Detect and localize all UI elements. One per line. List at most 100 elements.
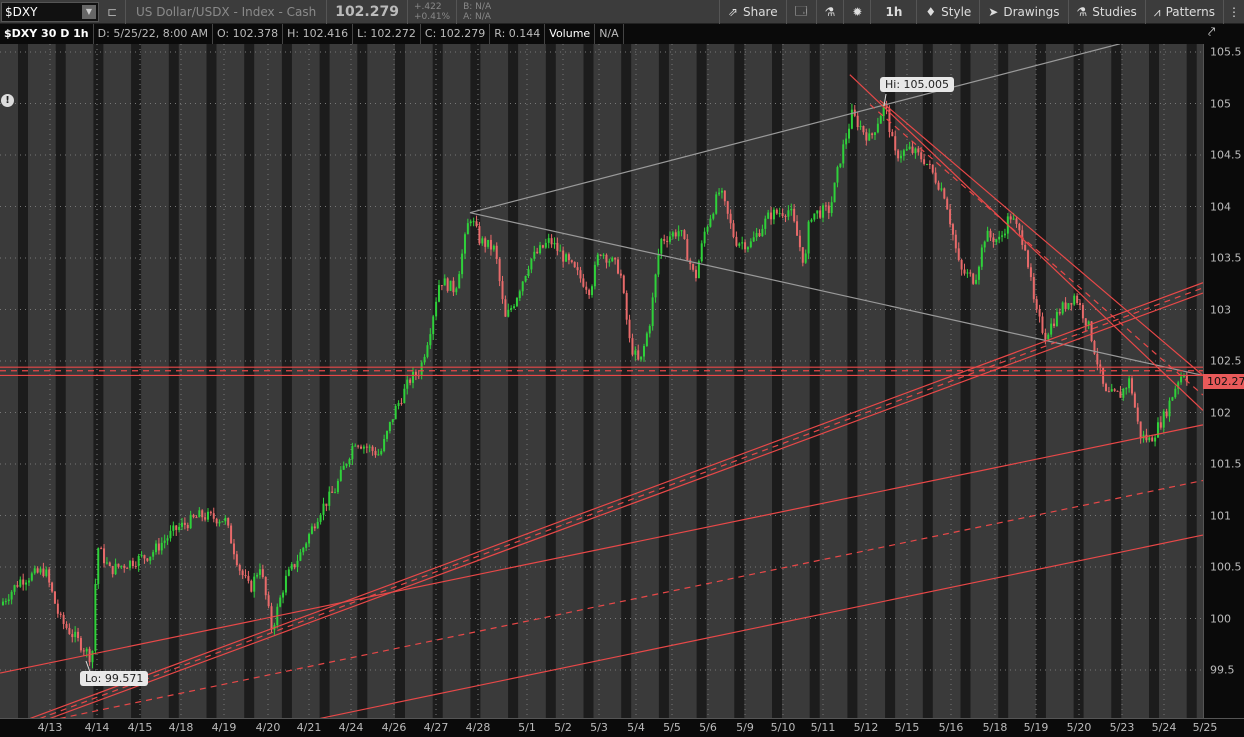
- date-tick: 4/19: [211, 721, 237, 734]
- date-tick: 4/18: [168, 721, 194, 734]
- date-tick: 5/2: [554, 721, 572, 734]
- candle-body: [117, 563, 120, 567]
- candle-body: [137, 555, 140, 567]
- candle-body: [256, 574, 259, 577]
- candle-body: [371, 446, 374, 451]
- candle-body: [1154, 437, 1157, 442]
- auto-scale-icon[interactable]: ⤤: [1208, 25, 1226, 43]
- date-tick: 5/6: [699, 721, 717, 734]
- candle-body: [1064, 302, 1067, 309]
- candle-body: [100, 548, 103, 550]
- candle-body: [310, 526, 313, 534]
- candle-body: [270, 606, 273, 630]
- alerts-button[interactable]: 🗔: [785, 0, 816, 24]
- candle-body: [905, 148, 908, 151]
- candle-body: [10, 591, 13, 600]
- candle-body: [582, 278, 585, 287]
- candle-body: [175, 525, 178, 530]
- candle-body: [902, 150, 905, 156]
- candle-body: [42, 568, 45, 576]
- candle-body: [437, 285, 440, 302]
- session-band: [658, 44, 669, 718]
- patterns-button[interactable]: ⩘ Patterns: [1144, 0, 1223, 24]
- session-band: [470, 44, 481, 718]
- candle-body: [998, 236, 1001, 240]
- candle-body: [957, 248, 960, 261]
- candle-body: [1009, 216, 1012, 220]
- flask-icon: ⚗: [824, 5, 836, 19]
- date-tick: 4/26: [381, 721, 407, 734]
- price-chart[interactable]: ! Hi: 105.005 Lo: 99.571: [0, 44, 1203, 718]
- candle-body: [1125, 388, 1128, 390]
- date-tick: 5/19: [1023, 721, 1049, 734]
- alert-icon[interactable]: !: [1, 94, 14, 107]
- candle-body: [400, 402, 403, 404]
- candle-body: [498, 258, 501, 282]
- chart-canvas[interactable]: [0, 44, 1203, 718]
- candle-body: [614, 257, 617, 260]
- drawings-button[interactable]: ➤ Drawings: [979, 0, 1067, 24]
- style-button[interactable]: ♦ Style: [916, 0, 979, 24]
- candle-body: [1055, 312, 1058, 327]
- candle-body: [764, 218, 767, 229]
- candle-body: [198, 510, 201, 518]
- candle-body: [703, 231, 706, 244]
- candle-body: [1110, 389, 1113, 392]
- low-label: Lo: 99.571: [80, 671, 149, 686]
- timeframe-button[interactable]: 1h: [870, 0, 916, 24]
- candle-icon: ♦: [925, 5, 937, 19]
- chevron-down-icon[interactable]: ▼: [82, 4, 96, 19]
- candle-body: [51, 582, 54, 592]
- candle-body: [807, 221, 810, 254]
- candle-body: [1, 601, 4, 606]
- candle-body: [79, 638, 82, 651]
- share-button[interactable]: ⇗ Share: [718, 0, 786, 24]
- candle-body: [143, 555, 146, 559]
- candle-body: [120, 565, 123, 567]
- candle-body: [1136, 407, 1139, 422]
- date-tick: 4/15: [127, 721, 153, 734]
- studies-button[interactable]: ⚗ Studies: [1067, 0, 1145, 24]
- candle-body: [842, 144, 845, 164]
- candle-body: [617, 259, 620, 274]
- symbol-input[interactable]: $DXY ▼: [1, 1, 99, 22]
- candle-body: [1168, 400, 1171, 417]
- bar-date: D: 5/25/22, 8:00 AM: [94, 24, 213, 44]
- more-menu-button[interactable]: ⋮: [1223, 0, 1244, 24]
- flask-button[interactable]: ⚗: [815, 0, 844, 24]
- price-tick: 100.5: [1210, 560, 1242, 574]
- candle-body: [302, 547, 305, 553]
- candle-body: [36, 568, 39, 573]
- candle-body: [466, 223, 469, 235]
- candle-body: [59, 613, 62, 615]
- candle-body: [836, 167, 839, 183]
- candle-body: [562, 250, 565, 262]
- candle-body: [827, 205, 830, 213]
- candle-body: [925, 163, 928, 165]
- settings-button[interactable]: ✹: [843, 0, 870, 24]
- candle-body: [767, 212, 770, 219]
- symbol-description: US Dollar/USDX - Index - Cash: [125, 0, 326, 24]
- time-axis[interactable]: 4/13 4/14 4/15 4/18 4/19 4/20 4/21 4/24 4/26 4/27…: [0, 718, 1244, 737]
- candle-body: [513, 306, 516, 308]
- candle-body: [328, 491, 331, 506]
- candle-body: [1151, 437, 1154, 442]
- link-icon[interactable]: ⊏: [105, 5, 119, 19]
- candle-body: [30, 573, 33, 581]
- candle-body: [940, 188, 943, 190]
- candle-body: [619, 273, 622, 276]
- candle-body: [539, 245, 542, 254]
- candle-body: [856, 115, 859, 128]
- candle-body: [409, 379, 412, 383]
- session-band: [206, 44, 217, 718]
- candle-body: [56, 603, 59, 614]
- candle-body: [1084, 318, 1087, 326]
- candle-body: [640, 356, 643, 360]
- chart-title: $DXY 30 D 1h: [0, 24, 94, 44]
- candle-body: [804, 253, 807, 263]
- candle-body: [611, 257, 614, 262]
- candle-body: [819, 210, 822, 218]
- candle-body: [403, 388, 406, 404]
- candle-body: [654, 274, 657, 298]
- candle-body: [354, 445, 357, 447]
